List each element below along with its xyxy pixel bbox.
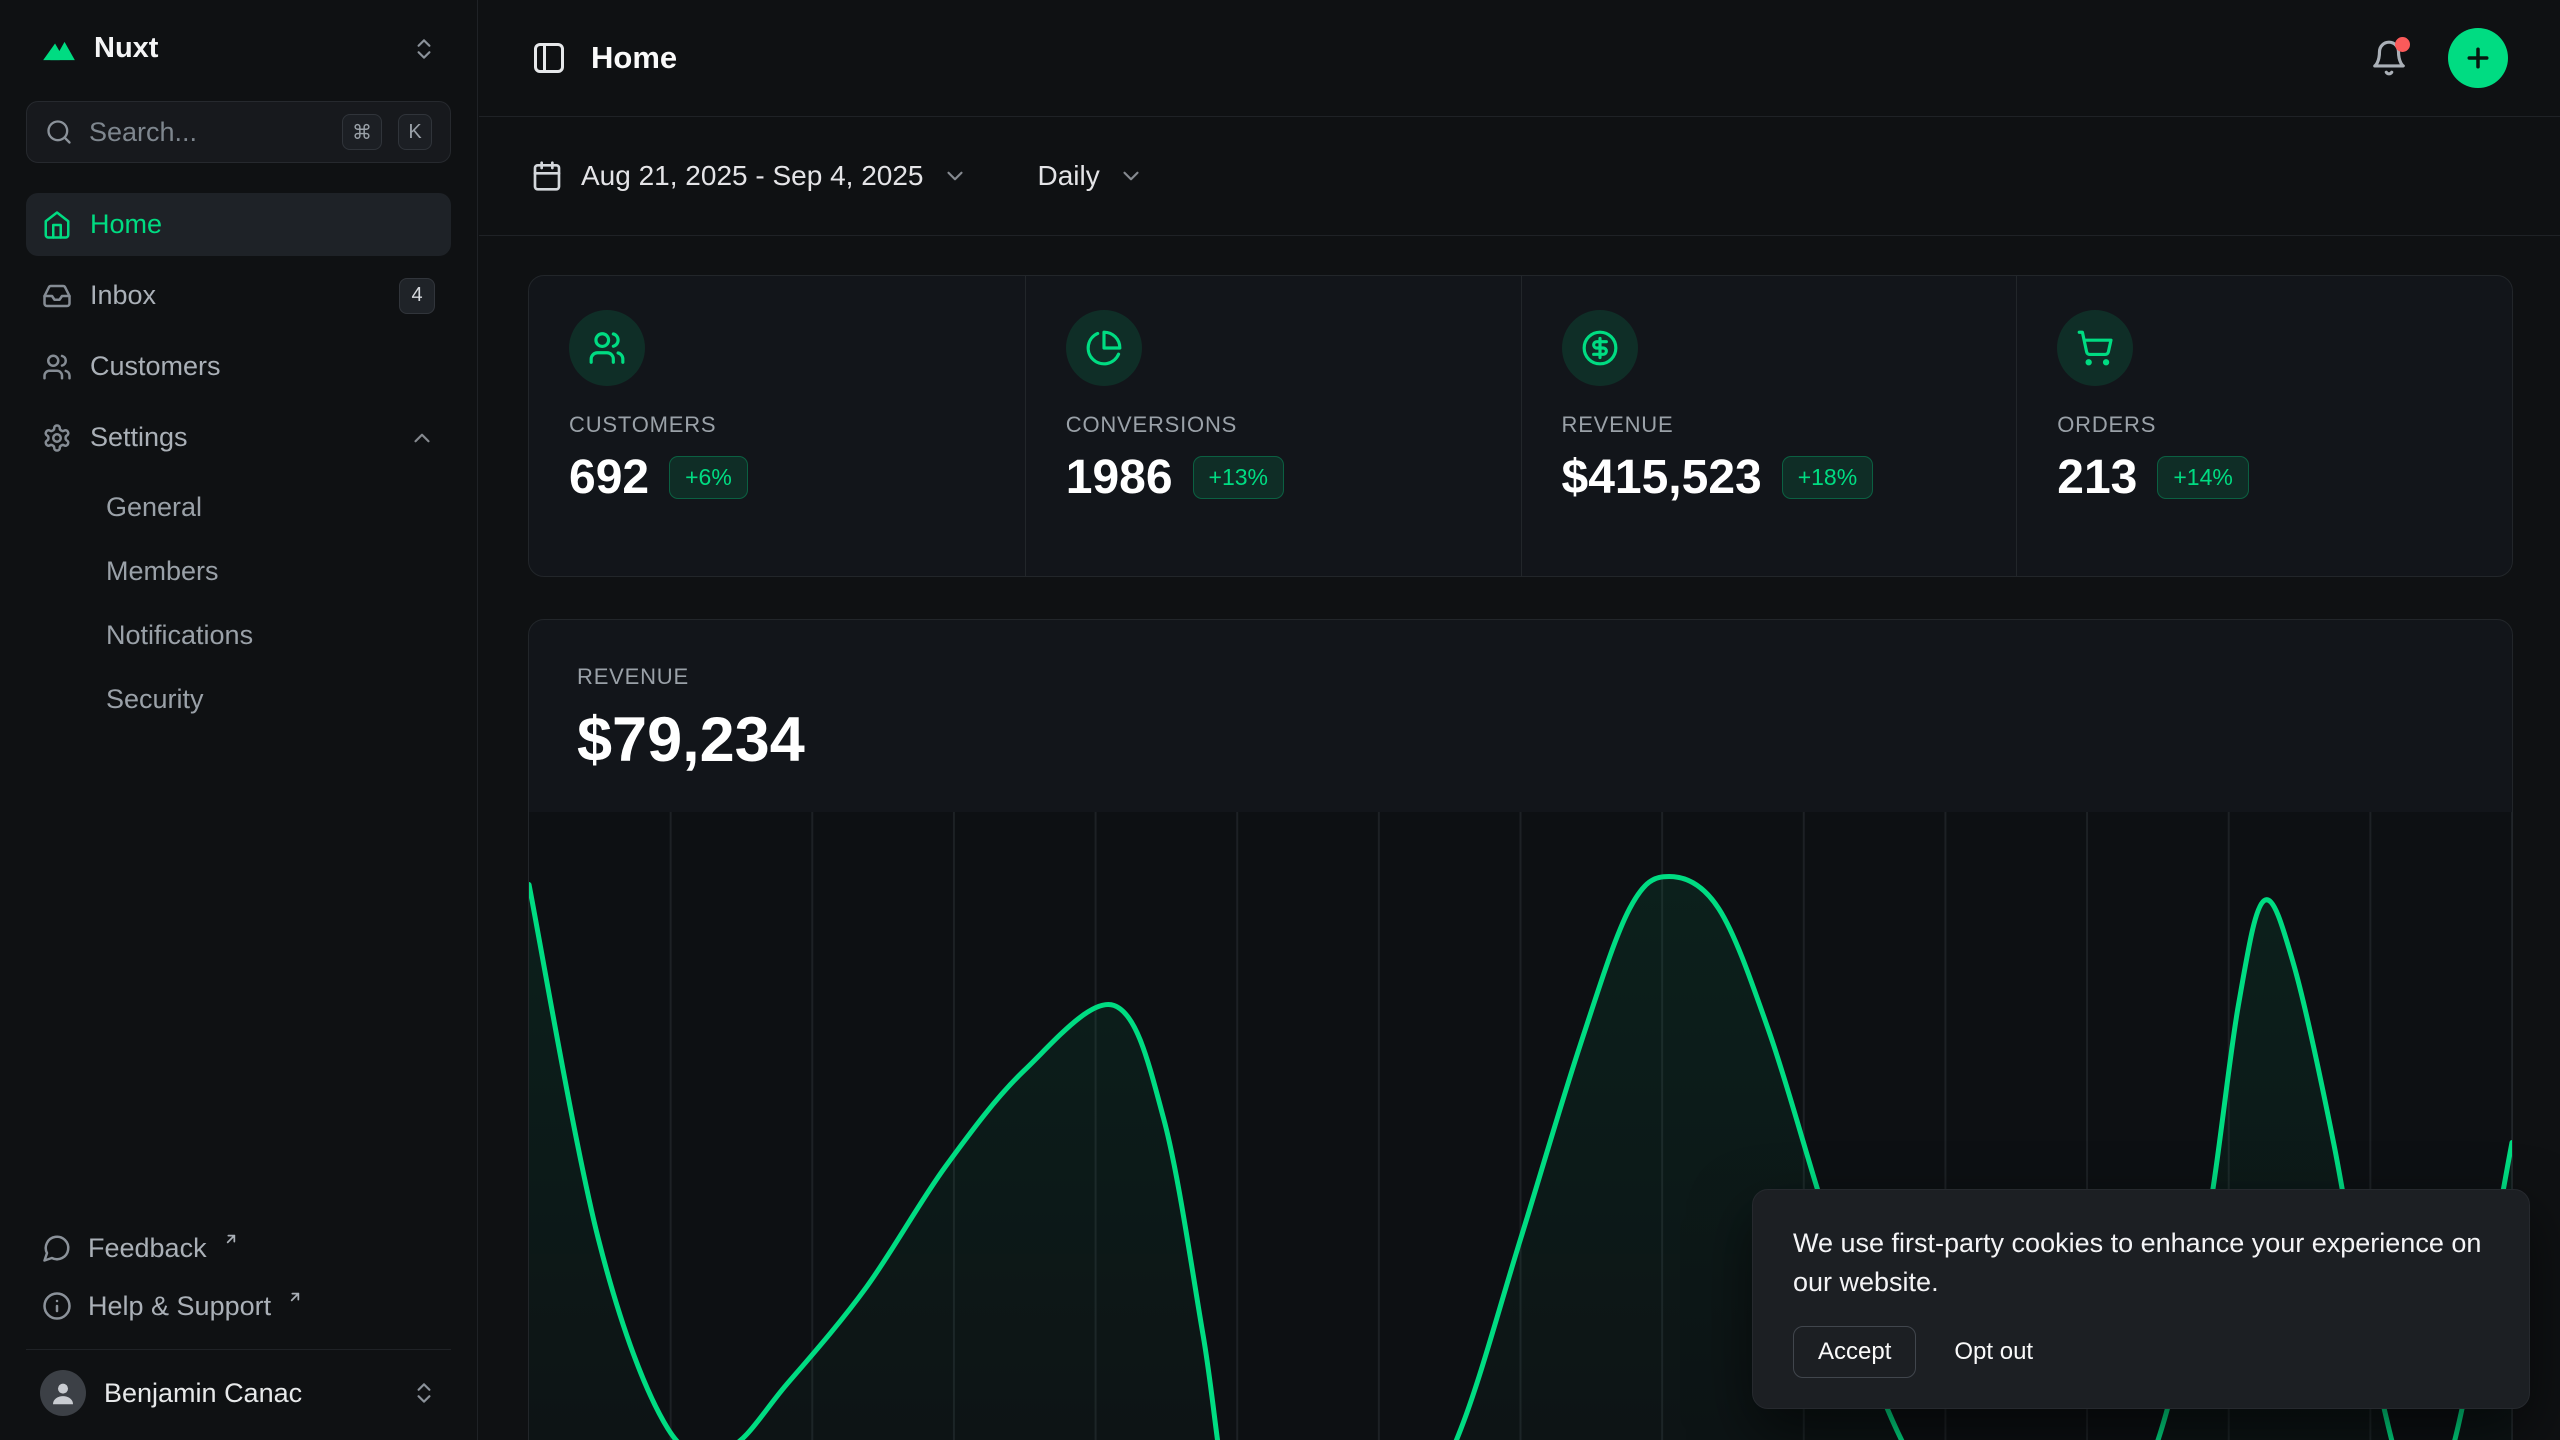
search-placeholder: Search... xyxy=(89,117,326,148)
notification-dot xyxy=(2395,37,2410,52)
external-link-icon xyxy=(223,1231,239,1247)
chat-icon xyxy=(42,1233,72,1263)
page-header: Home xyxy=(479,0,2560,117)
revenue-chart-label: REVENUE xyxy=(577,664,2464,690)
chevron-down-icon xyxy=(942,163,968,189)
sidebar-item-general[interactable]: General xyxy=(26,477,451,537)
workspace-switcher[interactable]: Nuxt xyxy=(26,22,451,75)
stat-value: 213 xyxy=(2057,450,2137,505)
stat-label: ORDERS xyxy=(2057,412,2472,438)
stat-revenue[interactable]: REVENUE $415,523 +18% xyxy=(1521,276,2017,576)
pie-icon xyxy=(1066,310,1142,386)
add-button[interactable] xyxy=(2448,28,2508,88)
sidebar-item-help-support[interactable]: Help & Support xyxy=(26,1277,451,1335)
granularity-label: Daily xyxy=(1038,160,1100,192)
calendar-icon xyxy=(531,160,563,192)
inbox-icon xyxy=(42,281,72,311)
notifications-button[interactable] xyxy=(2370,39,2408,77)
stats-card: CUSTOMERS 692 +6% CONVERSIONS 1986 +13% xyxy=(528,275,2513,577)
home-icon xyxy=(42,210,72,240)
sidebar-item-label: Customers xyxy=(90,351,435,382)
stat-value: $415,523 xyxy=(1562,450,1762,505)
sidebar-item-feedback[interactable]: Feedback xyxy=(26,1219,451,1277)
stat-label: REVENUE xyxy=(1562,412,1977,438)
stat-label: CONVERSIONS xyxy=(1066,412,1481,438)
sidebar-item-label: Inbox xyxy=(90,280,381,311)
stat-delta-badge: +6% xyxy=(669,456,748,499)
info-icon xyxy=(42,1291,72,1321)
inbox-count-badge: 4 xyxy=(399,278,435,314)
search-icon xyxy=(45,118,73,146)
sub-item-label: Members xyxy=(106,556,219,587)
footer-item-label: Help & Support xyxy=(88,1291,271,1322)
users-icon xyxy=(569,310,645,386)
sidebar-item-settings[interactable]: Settings xyxy=(26,406,451,469)
kbd-cmd: ⌘ xyxy=(342,114,382,150)
settings-sub-nav: General Members Notifications Security xyxy=(26,477,451,729)
sidebar-item-notifications[interactable]: Notifications xyxy=(26,605,451,665)
sidebar: Nuxt Search... ⌘ K Home Inbox 4 xyxy=(0,0,478,1440)
sidebar-item-home[interactable]: Home xyxy=(26,193,451,256)
external-link-icon xyxy=(287,1289,303,1305)
avatar xyxy=(40,1370,86,1416)
stat-delta-badge: +13% xyxy=(1193,456,1284,499)
kbd-k: K xyxy=(398,114,432,150)
sidebar-item-label: Home xyxy=(90,209,435,240)
stat-label: CUSTOMERS xyxy=(569,412,985,438)
chevrons-up-down-icon xyxy=(411,1380,437,1406)
sidebar-item-customers[interactable]: Customers xyxy=(26,335,451,398)
nuxt-logo-icon xyxy=(40,35,78,63)
stat-delta-badge: +14% xyxy=(2157,456,2248,499)
dollar-icon xyxy=(1562,310,1638,386)
sidebar-item-members[interactable]: Members xyxy=(26,541,451,601)
revenue-chart-total: $79,234 xyxy=(577,704,2464,776)
panel-left-icon[interactable] xyxy=(531,40,567,76)
stat-customers[interactable]: CUSTOMERS 692 +6% xyxy=(529,276,1025,576)
filters-toolbar: Aug 21, 2025 - Sep 4, 2025 Daily xyxy=(479,117,2560,236)
stat-orders[interactable]: ORDERS 213 +14% xyxy=(2016,276,2512,576)
users-icon xyxy=(42,352,72,382)
sidebar-item-security[interactable]: Security xyxy=(26,669,451,729)
cookie-opt-out-button[interactable]: Opt out xyxy=(1930,1327,2057,1377)
stat-value: 692 xyxy=(569,450,649,505)
sidebar-nav: Home Inbox 4 Customers Settings Ge xyxy=(26,193,451,729)
plus-icon xyxy=(2463,43,2493,73)
chevrons-up-down-icon xyxy=(411,36,437,62)
cookie-message: We use first-party cookies to enhance yo… xyxy=(1793,1224,2489,1302)
search-input[interactable]: Search... ⌘ K xyxy=(26,101,451,163)
sub-item-label: Security xyxy=(106,684,204,715)
sidebar-item-inbox[interactable]: Inbox 4 xyxy=(26,264,451,327)
cookie-banner: We use first-party cookies to enhance yo… xyxy=(1752,1189,2530,1409)
user-menu[interactable]: Benjamin Canac xyxy=(26,1349,451,1422)
gear-icon xyxy=(42,423,72,453)
user-name: Benjamin Canac xyxy=(104,1378,393,1409)
sub-item-label: Notifications xyxy=(106,620,253,651)
cart-icon xyxy=(2057,310,2133,386)
sidebar-item-label: Settings xyxy=(90,422,391,453)
stat-value: 1986 xyxy=(1066,450,1173,505)
granularity-select[interactable]: Daily xyxy=(1038,160,1144,192)
footer-item-label: Feedback xyxy=(88,1233,207,1264)
cookie-accept-button[interactable]: Accept xyxy=(1793,1326,1916,1378)
chevron-down-icon xyxy=(1118,163,1144,189)
date-range-label: Aug 21, 2025 - Sep 4, 2025 xyxy=(581,160,924,192)
workspace-name: Nuxt xyxy=(94,32,395,65)
stat-conversions[interactable]: CONVERSIONS 1986 +13% xyxy=(1025,276,1521,576)
chevron-up-icon xyxy=(409,425,435,451)
date-range-picker[interactable]: Aug 21, 2025 - Sep 4, 2025 xyxy=(531,160,968,192)
stat-delta-badge: +18% xyxy=(1782,456,1873,499)
page-title: Home xyxy=(591,40,677,76)
sub-item-label: General xyxy=(106,492,202,523)
